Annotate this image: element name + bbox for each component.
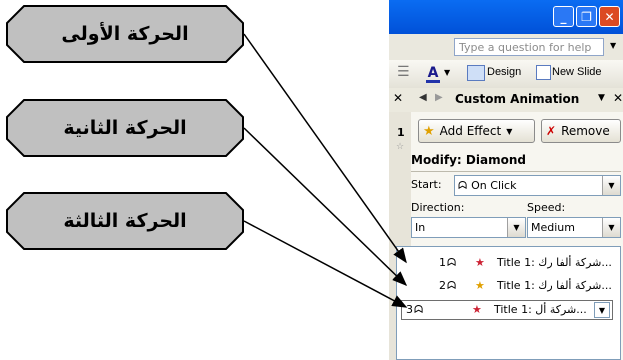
callout-label: الحركة الأولى xyxy=(61,23,189,45)
effect-star-icon: ★ xyxy=(472,303,482,316)
task-pane-menu-icon[interactable]: ▼ xyxy=(598,93,605,103)
arrow-first xyxy=(243,33,407,264)
start-value: On Click xyxy=(471,179,517,192)
callout-first-animation: الحركة الأولى xyxy=(6,5,244,63)
order-number: 1 xyxy=(439,256,446,269)
animation-text: Title 1: شركة أل... xyxy=(494,303,587,316)
slide-number: 1 xyxy=(397,126,405,139)
back-arrow-icon[interactable]: ◀ xyxy=(419,92,427,103)
mouse-icon: ᗣ xyxy=(458,178,468,192)
font-color-icon[interactable]: A xyxy=(425,62,441,84)
maximize-button[interactable]: ❐ xyxy=(576,6,597,27)
direction-select[interactable]: In ▼ xyxy=(411,217,526,238)
add-effect-star-icon: ★ xyxy=(423,123,435,139)
arrow-third xyxy=(243,220,408,308)
help-search-input[interactable]: Type a question for help xyxy=(454,38,604,56)
mouse-icon: ᗣ xyxy=(447,279,457,292)
callout-third-animation: الحركة الثالثة xyxy=(6,192,244,250)
animation-text: Title 1: شركة ألفا رك... xyxy=(497,256,612,269)
slide-animation-icon: ☆ xyxy=(396,142,405,152)
new-slide-button[interactable]: New Slide xyxy=(552,66,602,78)
speed-label: Speed: xyxy=(527,201,566,214)
direction-label: Direction: xyxy=(411,201,465,214)
modify-heading: Modify: Diamond xyxy=(411,153,526,167)
mouse-icon: ᗣ xyxy=(447,256,457,269)
help-dropdown-icon[interactable]: ▼ xyxy=(610,41,616,50)
close-button[interactable]: ✕ xyxy=(599,6,620,27)
chevron-down-icon: ▼ xyxy=(506,126,513,136)
order-number: 3 xyxy=(406,303,413,316)
start-select[interactable]: ᗣ On Click ▼ xyxy=(454,175,621,196)
add-effect-button[interactable]: ★ Add Effect ▼ xyxy=(418,119,535,143)
chevron-down-icon: ▼ xyxy=(602,176,620,195)
item-dropdown-button[interactable]: ▼ xyxy=(594,302,610,318)
animation-list: 1 ᗣ ★ Title 1: شركة ألفا رك... 2 ᗣ ★ Tit… xyxy=(396,246,621,360)
start-label: Start: xyxy=(411,178,442,191)
list-item-selected[interactable]: 3 ᗣ ★ Title 1: شركة أل... ▼ xyxy=(401,300,613,320)
close-pane-icon[interactable]: ✕ xyxy=(393,91,403,105)
callout-label: الحركة الثانية xyxy=(63,117,187,139)
design-button[interactable]: Design xyxy=(487,66,521,78)
speed-value: Medium xyxy=(531,221,575,234)
remove-icon: ✗ xyxy=(546,124,557,138)
effect-star-icon: ★ xyxy=(475,256,485,269)
minimize-button[interactable]: _ xyxy=(553,6,574,27)
animation-text: Title 1: شركة ألفا رك... xyxy=(497,279,612,292)
arrow-second xyxy=(243,127,408,287)
list-item[interactable]: 2 ᗣ ★ Title 1: شركة ألفا رك... xyxy=(401,277,613,296)
task-pane-close-icon[interactable]: ✕ xyxy=(613,91,623,105)
design-icon[interactable] xyxy=(467,65,485,81)
speed-select[interactable]: Medium ▼ xyxy=(527,217,621,238)
chevron-down-icon: ▼ xyxy=(602,218,620,237)
callout-label: الحركة الثالثة xyxy=(63,210,187,232)
title-bar: _ ❐ ✕ xyxy=(389,0,623,34)
task-pane-title: Custom Animation xyxy=(455,92,580,106)
direction-value: In xyxy=(415,221,426,234)
new-slide-icon[interactable] xyxy=(536,65,551,80)
effect-star-icon: ★ xyxy=(475,279,485,292)
mouse-icon: ᗣ xyxy=(414,303,424,316)
forward-arrow-icon[interactable]: ▶ xyxy=(435,92,443,103)
divider xyxy=(411,171,621,172)
remove-button[interactable]: ✗ Remove xyxy=(541,119,621,143)
callout-second-animation: الحركة الثانية xyxy=(6,99,244,157)
font-color-dropdown-icon[interactable]: ▼ xyxy=(444,68,450,77)
chevron-down-icon: ▼ xyxy=(507,218,525,237)
add-effect-label: Add Effect xyxy=(439,124,502,138)
remove-label: Remove xyxy=(561,124,610,138)
order-number: 2 xyxy=(439,279,446,292)
list-item[interactable]: 1 ᗣ ★ Title 1: شركة ألفا رك... xyxy=(401,254,613,273)
task-pane-header: ✕ ◀ ▶ Custom Animation ▼ ✕ xyxy=(389,88,623,113)
bullets-icon[interactable]: ☰ xyxy=(397,64,415,82)
